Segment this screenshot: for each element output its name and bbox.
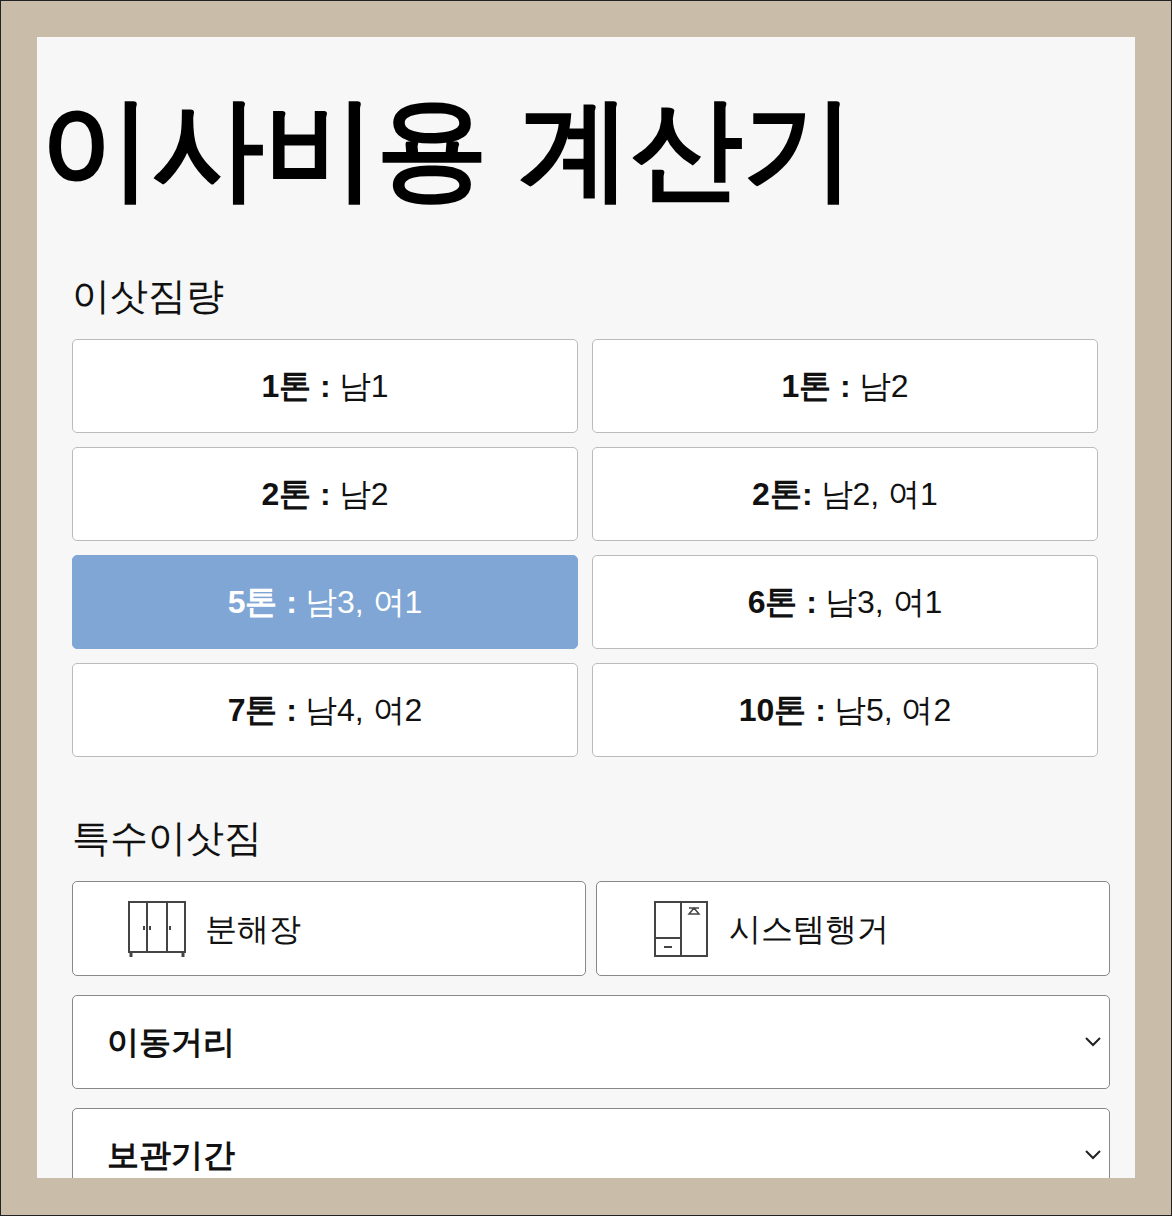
ton-label: 2톤 : (261, 470, 330, 518)
crew-label: 남4, 여2 (305, 686, 422, 734)
crew-label: 남2, 여1 (821, 470, 938, 518)
hanger-icon (651, 900, 711, 958)
load-option[interactable]: 10톤 :남5, 여2 (592, 663, 1098, 757)
special-option[interactable]: 분해장 (72, 881, 586, 976)
special-options: 분해장 시스템행거 (72, 881, 1110, 976)
crew-label: 남2 (859, 362, 909, 410)
load-option[interactable]: 7톤 :남4, 여2 (72, 663, 578, 757)
load-option[interactable]: 2톤 :남2 (72, 447, 578, 541)
chevron-down-icon (1083, 1149, 1103, 1161)
crew-label: 남3, 여1 (305, 578, 422, 626)
wardrobe-icon (127, 900, 187, 958)
select-field[interactable]: 이동거리 (72, 995, 1110, 1089)
page-title: 이사비용 계산기 (37, 93, 1135, 205)
ton-label: 2톤: (752, 470, 812, 518)
select-label: 이동거리 (107, 1018, 235, 1066)
select-label: 보관기간 (107, 1131, 235, 1178)
load-option[interactable]: 1톤 :남2 (592, 339, 1098, 433)
ton-label: 1톤 : (781, 362, 850, 410)
ton-label: 1톤 : (261, 362, 330, 410)
load-heading: 이삿짐량 (72, 277, 1110, 315)
special-label: 시스템행거 (729, 905, 889, 953)
load-option[interactable]: 1톤 :남1 (72, 339, 578, 433)
crew-label: 남3, 여1 (825, 578, 942, 626)
special-label: 분해장 (205, 905, 301, 953)
calculator-panel: 이사비용 계산기이삿짐량1톤 :남11톤 :남22톤 :남22톤:남2, 여15… (37, 37, 1135, 1178)
ton-label: 10톤 : (739, 686, 826, 734)
crew-label: 남5, 여2 (834, 686, 951, 734)
special-option[interactable]: 시스템행거 (596, 881, 1110, 976)
background-photo: 이사비용 계산기이삿짐량1톤 :남11톤 :남22톤 :남22톤:남2, 여15… (0, 0, 1172, 1216)
load-option[interactable]: 6톤 :남3, 여1 (592, 555, 1098, 649)
select-list: 이동거리보관기간 (72, 995, 1110, 1178)
load-option[interactable]: 5톤 :남3, 여1 (72, 555, 578, 649)
crew-label: 남2 (339, 470, 389, 518)
ton-label: 5톤 : (228, 578, 297, 626)
select-field[interactable]: 보관기간 (72, 1108, 1110, 1178)
ton-label: 6톤 : (748, 578, 817, 626)
ton-label: 7톤 : (228, 686, 297, 734)
special-heading: 특수이삿짐 (72, 819, 1110, 857)
load-option[interactable]: 2톤:남2, 여1 (592, 447, 1098, 541)
crew-label: 남1 (339, 362, 389, 410)
chevron-down-icon (1083, 1036, 1103, 1048)
form-body: 이삿짐량1톤 :남11톤 :남22톤 :남22톤:남2, 여15톤 :남3, 여… (37, 277, 1135, 1178)
load-options: 1톤 :남11톤 :남22톤 :남22톤:남2, 여15톤 :남3, 여16톤 … (72, 339, 1098, 757)
